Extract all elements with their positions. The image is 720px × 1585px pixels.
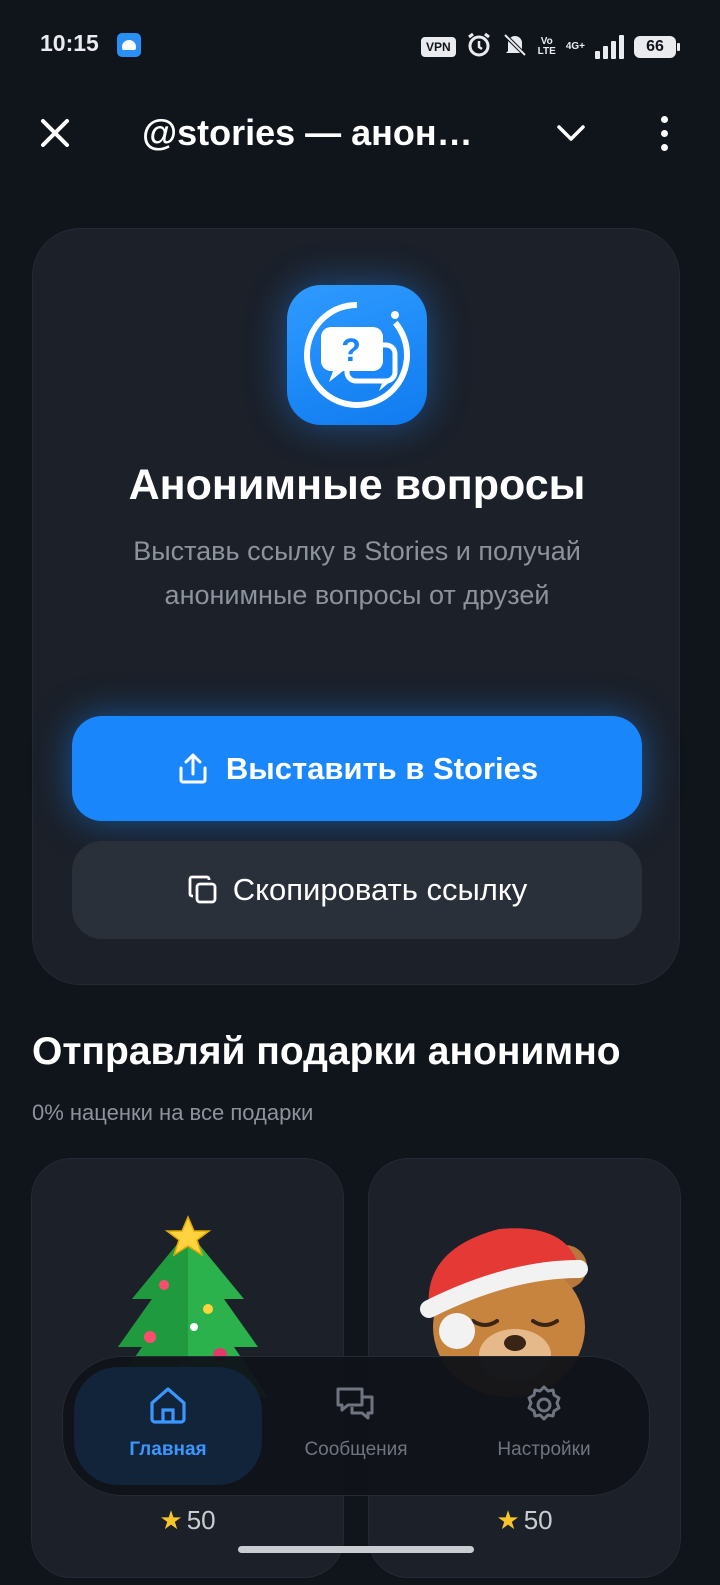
nav-item-messages[interactable]: Сообщения — [262, 1367, 450, 1485]
gift-price: ★ 50 — [159, 1505, 216, 1535]
home-indicator[interactable] — [238, 1546, 474, 1553]
share-icon — [179, 753, 207, 783]
mute-icon — [502, 32, 528, 62]
header: @stories — анонимные вопросы — [0, 100, 720, 170]
gifts-subtitle: 0% наценки на все подарки — [32, 1100, 314, 1125]
alarm-icon — [466, 32, 492, 62]
hero-description: Выставь ссылку в Stories и получай анони… — [133, 536, 581, 610]
page-title: @stories — анонимные вопросы — [142, 112, 492, 153]
nav-item-settings[interactable]: Настройки — [450, 1367, 638, 1485]
nav-label-settings: Настройки — [497, 1439, 591, 1460]
close-button[interactable] — [36, 114, 74, 152]
status-bar: 10:15 VPN Vo LTE 4G+ 66 — [0, 0, 720, 92]
volte-indicator: Vo LTE — [537, 36, 556, 57]
chat-icon — [336, 1387, 374, 1420]
anonymous-questions-card: ? Анонимные вопросы Выставь ссылку в Sto… — [32, 228, 680, 985]
bottom-nav: Главная Сообщения Настройки — [62, 1356, 650, 1496]
star-icon: ★ — [496, 1505, 520, 1535]
status-time: 10:15 — [40, 30, 99, 56]
hero-title: Анонимные вопросы — [128, 461, 586, 509]
chevron-down-icon[interactable] — [556, 118, 586, 148]
home-icon — [150, 1387, 186, 1424]
svg-text:?: ? — [341, 332, 361, 368]
copy-button-label: Скопировать ссылку — [232, 872, 528, 907]
app-logo: ? — [287, 285, 427, 425]
copy-link-button[interactable]: Скопировать ссылку — [72, 841, 642, 939]
nav-label-messages: Сообщения — [304, 1439, 408, 1460]
more-menu-button[interactable] — [652, 114, 676, 154]
gear-icon — [527, 1385, 561, 1421]
android-notification-icon — [117, 33, 141, 57]
vpn-badge: VPN — [420, 37, 456, 57]
nav-label-home: Главная — [129, 1439, 207, 1460]
status-icons: VPN Vo LTE 4G+ 66 — [420, 32, 680, 62]
copy-icon — [188, 875, 217, 904]
signal-icon — [595, 35, 624, 59]
nav-item-home[interactable]: Главная — [74, 1367, 262, 1485]
question-bubble-icon: ? — [304, 302, 410, 408]
share-button-label: Выставить в Stories — [225, 750, 539, 786]
battery-icon: 66 — [634, 36, 680, 58]
gifts-title: Отправляй подарки анонимно — [32, 1030, 621, 1073]
star-icon: ★ — [159, 1505, 183, 1535]
share-to-stories-button[interactable]: Выставить в Stories — [72, 716, 642, 821]
gift-price: ★ 50 — [496, 1505, 553, 1535]
network-type: 4G+ — [565, 41, 585, 52]
